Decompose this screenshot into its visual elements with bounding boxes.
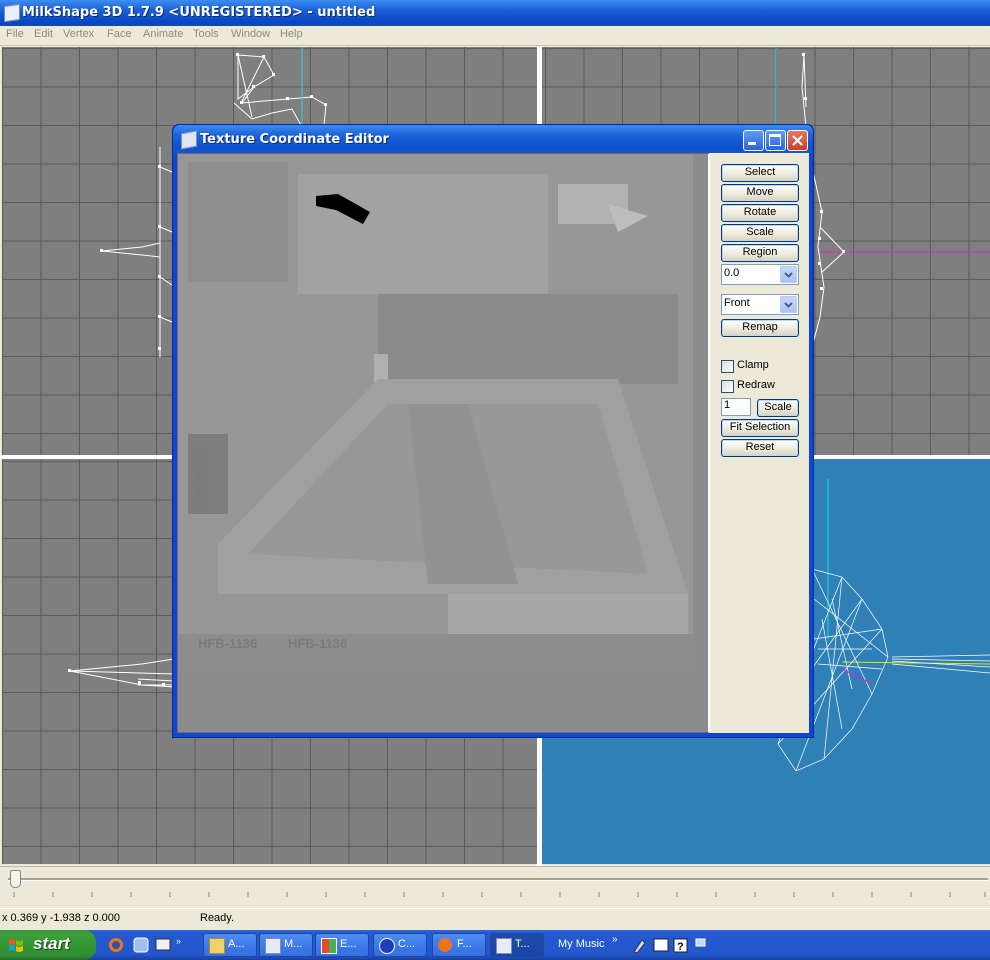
chevron-down-icon[interactable] bbox=[780, 266, 797, 283]
fit-selection-button[interactable]: Fit Selection bbox=[721, 419, 799, 437]
app-title: MilkShape 3D 1.7.9 <UNREGISTERED> - unti… bbox=[22, 5, 376, 20]
milkshape-app-icon bbox=[4, 3, 20, 23]
menu-edit[interactable]: Edit bbox=[34, 28, 53, 40]
tray-expand-icon[interactable]: » bbox=[612, 934, 618, 945]
app-e-icon bbox=[321, 938, 337, 954]
my-music-toolbar[interactable]: My Music bbox=[558, 938, 604, 950]
desktop-quicklaunch-icon bbox=[155, 938, 171, 951]
texture-map-graphic: HFB-1136 HFB-1136 HFB-1136 bbox=[178, 154, 693, 668]
start-button[interactable]: start bbox=[0, 930, 96, 960]
clamp-label: Clamp bbox=[737, 359, 769, 371]
taskbar-button-milkshape[interactable]: M... bbox=[259, 933, 313, 957]
taskbar-button-texture-editor[interactable]: T... bbox=[490, 933, 544, 957]
move-button[interactable]: Move bbox=[721, 184, 799, 202]
texture-coordinate-editor-dialog: Texture Coordinate Editor HFB-1136 HFB-1… bbox=[172, 124, 814, 738]
quick-launch: » bbox=[109, 936, 181, 953]
dialog-title-bar[interactable]: Texture Coordinate Editor bbox=[173, 125, 813, 153]
maximize-icon bbox=[769, 134, 781, 146]
menu-tools[interactable]: Tools bbox=[193, 28, 219, 40]
animation-timeline bbox=[0, 866, 990, 909]
minimize-icon bbox=[748, 142, 756, 145]
taskbar-button-e[interactable]: E... bbox=[315, 933, 369, 957]
app-title-bar: MilkShape 3D 1.7.9 <UNREGISTERED> - unti… bbox=[0, 0, 990, 26]
timeline-slider-thumb[interactable] bbox=[10, 870, 21, 888]
texture-label-vertical: HFB-1136 bbox=[195, 454, 210, 513]
tool-panel: Select Move Rotate Scale Region 0.0 Fron… bbox=[711, 153, 807, 731]
taskbar-button-explorer[interactable]: A... bbox=[203, 933, 257, 957]
dialog-app-icon bbox=[181, 130, 197, 150]
apply-scale-button[interactable]: Scale bbox=[757, 399, 799, 417]
texture-label-bottom-right: HFB-1136 bbox=[288, 636, 347, 651]
rotate-button[interactable]: Rotate bbox=[721, 204, 799, 222]
tray-monitor-icon bbox=[653, 938, 669, 952]
redraw-label: Redraw bbox=[737, 379, 775, 391]
tray-pen-icon bbox=[633, 939, 646, 954]
menu-help[interactable]: Help bbox=[280, 28, 303, 40]
ie-quicklaunch-icon bbox=[133, 937, 149, 953]
clamp-checkbox[interactable] bbox=[721, 360, 734, 373]
milkshape-icon bbox=[496, 938, 512, 954]
tray-icons: ? bbox=[633, 938, 706, 954]
scale-factor-input[interactable]: 1 bbox=[721, 398, 751, 416]
menu-bar: File Edit Vertex Face Animate Tools Wind… bbox=[0, 26, 990, 46]
menu-file[interactable]: File bbox=[6, 28, 24, 40]
reset-button[interactable]: Reset bbox=[721, 439, 799, 457]
app-c-icon bbox=[379, 938, 395, 954]
menu-face[interactable]: Face bbox=[107, 28, 131, 40]
taskbar-button-c[interactable]: C... bbox=[373, 933, 427, 957]
texture-canvas[interactable]: HFB-1136 HFB-1136 HFB-1136 bbox=[177, 153, 710, 733]
timeline-ticks bbox=[13, 892, 986, 897]
windows-flag-icon bbox=[9, 939, 23, 952]
system-tray: My Music » ? bbox=[558, 930, 990, 960]
svg-text:»: » bbox=[176, 936, 181, 946]
tray-display-icon bbox=[695, 938, 706, 947]
close-icon bbox=[792, 135, 803, 146]
windows-taskbar: start » A... M... E... C... F... T... My… bbox=[0, 930, 990, 960]
firefox-icon bbox=[438, 938, 452, 952]
texture-image: HFB-1136 HFB-1136 HFB-1136 bbox=[178, 154, 693, 668]
close-button[interactable] bbox=[787, 130, 808, 151]
minimize-button[interactable] bbox=[743, 130, 764, 151]
region-button[interactable]: Region bbox=[721, 244, 799, 262]
start-label: start bbox=[33, 934, 70, 953]
taskbar-button-firefox[interactable]: F... bbox=[432, 933, 486, 957]
remap-button[interactable]: Remap bbox=[721, 319, 799, 337]
menu-animate[interactable]: Animate bbox=[143, 28, 183, 40]
menu-window[interactable]: Window bbox=[231, 28, 270, 40]
folder-icon bbox=[209, 938, 225, 954]
dialog-title: Texture Coordinate Editor bbox=[200, 132, 389, 147]
dialog-body: HFB-1136 HFB-1136 HFB-1136 Select Move R… bbox=[177, 153, 809, 733]
chevron-down-icon[interactable] bbox=[780, 296, 797, 313]
status-coordinates: x 0.369 y -1.938 z 0.000 bbox=[2, 912, 121, 924]
view-combo[interactable]: Front bbox=[721, 294, 799, 315]
status-message: Ready. bbox=[200, 912, 235, 924]
milkshape-icon bbox=[265, 938, 281, 954]
texture-label-bottom-left: HFB-1136 bbox=[198, 636, 257, 651]
menu-vertex[interactable]: Vertex bbox=[63, 28, 94, 40]
redraw-checkbox[interactable] bbox=[721, 380, 734, 393]
status-bar: x 0.369 y -1.938 z 0.000 Ready. bbox=[0, 908, 990, 931]
maximize-button[interactable] bbox=[765, 130, 786, 151]
select-button[interactable]: Select bbox=[721, 164, 799, 182]
scale-button[interactable]: Scale bbox=[721, 224, 799, 242]
timeline-track[interactable] bbox=[8, 878, 988, 881]
svg-text:?: ? bbox=[677, 941, 684, 953]
value-combo[interactable]: 0.0 bbox=[721, 264, 799, 285]
